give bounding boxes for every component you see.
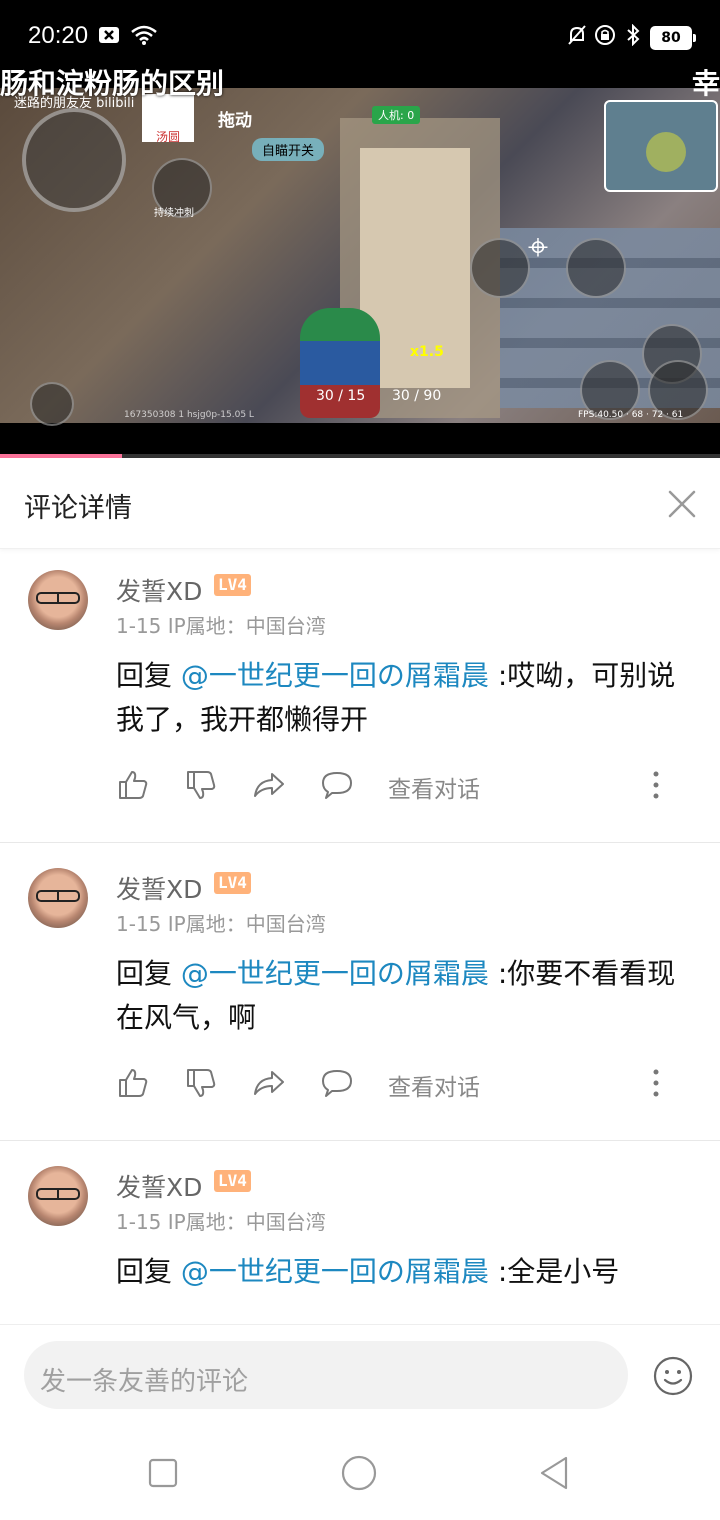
divider	[0, 1140, 720, 1141]
username[interactable]: 发誓XD	[116, 870, 202, 906]
system-nav-bar	[0, 1424, 720, 1520]
hud-sprint-label: 持续冲刺	[154, 208, 194, 219]
hud-debug: 167350308 1 hsjg0p-15.05 L	[124, 410, 254, 420]
notification-x-icon	[99, 27, 119, 43]
game-frame: 迷路的朋友友 bilibili 汤圆 拖动 自瞄开关 人机: 0 持续冲刺 ⌖ …	[0, 88, 720, 426]
more-options-icon[interactable]	[646, 1066, 666, 1100]
share-icon[interactable]	[252, 768, 286, 802]
hud-bag-button	[30, 382, 74, 426]
avatar[interactable]	[28, 570, 88, 630]
like-icon[interactable]	[116, 1066, 150, 1100]
dislike-icon[interactable]	[184, 768, 218, 802]
comment-meta: 1-15 IP属地：中国台湾	[116, 1210, 326, 1234]
status-time: 20:20	[28, 22, 89, 49]
danmaku-title-right: 幸	[691, 67, 720, 100]
level-badge: LV4	[214, 574, 251, 596]
username[interactable]: 发誓XD	[116, 572, 202, 608]
like-icon[interactable]	[116, 768, 150, 802]
hud-button-b	[566, 238, 626, 298]
hud-fps: FPS:40.50 · 68 · 72 · 61	[578, 410, 684, 420]
hud-ammo-2: 30 / 90	[392, 388, 442, 404]
reply-prefix: 回复	[116, 659, 181, 692]
comment-list[interactable]: 发誓XD LV4 1-15 IP属地：中国台湾 回复 @一世纪更一回の屑霜晨 :…	[0, 548, 720, 1324]
divider	[0, 842, 720, 843]
battery-indicator: 80	[650, 26, 696, 50]
comment-item: 发誓XD LV4 1-15 IP属地：中国台湾 回复 @一世纪更一回の屑霜晨 :…	[0, 846, 720, 1140]
more-options-icon[interactable]	[646, 768, 666, 802]
comment-meta: 1-15 IP属地：中国台湾	[116, 614, 326, 638]
reply-bubble-icon[interactable]	[320, 768, 354, 802]
comment-text: :全是小号	[488, 1255, 620, 1288]
avatar[interactable]	[28, 1166, 88, 1226]
back-icon[interactable]	[536, 1454, 574, 1492]
comment-actions: 查看对话	[116, 1066, 696, 1106]
comment-input-bar: 发一条友善的评论	[0, 1324, 720, 1425]
rotation-lock-icon	[595, 25, 615, 45]
mention-link[interactable]: @一世纪更一回の屑霜晨	[181, 1255, 489, 1288]
dislike-icon[interactable]	[184, 1066, 218, 1100]
close-icon[interactable]	[662, 484, 702, 524]
danmaku-title-left: 肠和淀粉肠的区别	[0, 67, 225, 100]
comment-item: 发誓XD LV4 1-15 IP属地：中国台湾 回复 @一世纪更一回の屑霜晨 :…	[0, 1144, 720, 1324]
comment-actions: 查看对话	[116, 768, 696, 808]
mute-bell-icon	[568, 25, 586, 45]
bluetooth-icon	[627, 24, 640, 46]
share-icon[interactable]	[252, 1066, 286, 1100]
reply-bubble-icon[interactable]	[320, 1066, 354, 1100]
hud-ammo-1: 30 / 15	[316, 388, 366, 404]
hud-people: 人机: 0	[372, 106, 421, 124]
game-minimap	[604, 100, 718, 192]
comment-input[interactable]: 发一条友善的评论	[24, 1341, 628, 1409]
hud-scope: x1.5	[410, 344, 444, 360]
mention-link[interactable]: @一世纪更一回の屑霜晨	[181, 659, 489, 692]
wifi-icon	[131, 25, 157, 45]
mention-link[interactable]: @一世纪更一回の屑霜晨	[181, 957, 489, 990]
panel-title: 评论详情	[24, 493, 132, 524]
comment-item: 发誓XD LV4 1-15 IP属地：中国台湾 回复 @一世纪更一回の屑霜晨 :…	[0, 548, 720, 842]
view-conversation-link[interactable]: 查看对话	[388, 770, 480, 804]
reply-prefix: 回复	[116, 957, 181, 990]
hud-drag: 拖动	[218, 111, 252, 131]
reply-prefix: 回复	[116, 1255, 181, 1288]
recents-icon[interactable]	[144, 1454, 182, 1492]
level-badge: LV4	[214, 872, 251, 894]
comment-content[interactable]: 回复 @一世纪更一回の屑霜晨 :你要不看看现在风气，啊	[116, 952, 696, 1040]
crosshair-icon: ⌖	[527, 227, 549, 268]
username[interactable]: 发誓XD	[116, 1168, 202, 1204]
emoji-icon[interactable]	[652, 1355, 694, 1397]
comment-detail-header: 评论详情	[0, 458, 720, 549]
comment-meta: 1-15 IP属地：中国台湾	[116, 912, 326, 936]
view-conversation-link[interactable]: 查看对话	[388, 1068, 480, 1102]
hud-auto-open: 自瞄开关	[252, 138, 325, 161]
comment-content[interactable]: 回复 @一世纪更一回の屑霜晨 :全是小号	[116, 1250, 696, 1294]
comment-content[interactable]: 回复 @一世纪更一回の屑霜晨 :哎呦，可别说我了，我开都懒得开	[116, 654, 696, 742]
home-icon[interactable]	[340, 1454, 378, 1492]
level-badge: LV4	[214, 1170, 251, 1192]
avatar[interactable]	[28, 868, 88, 928]
game-joystick	[22, 108, 126, 212]
video-player[interactable]: 肠和淀粉肠的区别 幸 迷路的朋友友 bilibili 汤圆 拖动 自瞄开关 人机…	[0, 58, 720, 458]
comment-input-placeholder: 发一条友善的评论	[40, 1367, 249, 1397]
